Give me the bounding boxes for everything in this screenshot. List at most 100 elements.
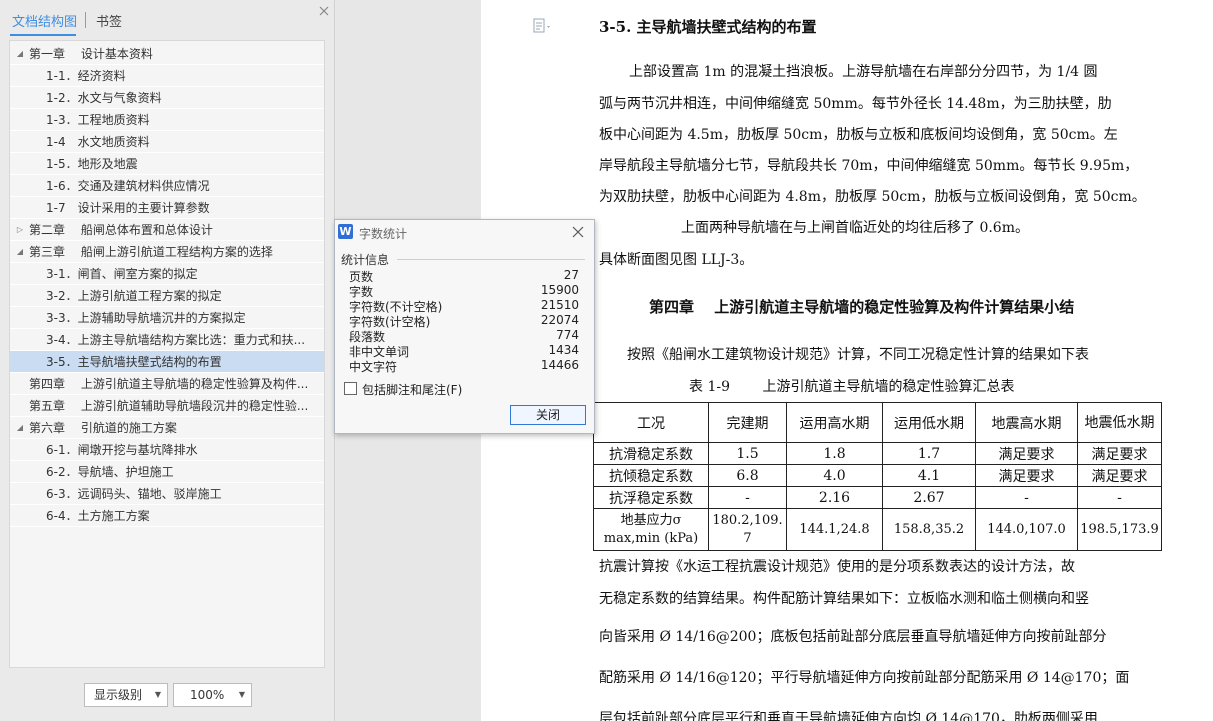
outline-item[interactable]: 3-3．上游辅助导航墙沉井的方案拟定: [10, 307, 324, 329]
outline-item-label: 第一章 设计基本资料: [29, 47, 153, 61]
table-cell: 198.5,173.9: [1077, 508, 1162, 551]
table-header-cell: 地震低水期: [1077, 402, 1162, 443]
table-cell: 地基应力σ max,min (kPa): [593, 508, 709, 551]
outline-item[interactable]: 3-5．主导航墙扶壁式结构的布置: [10, 351, 324, 373]
table-cell: 满足要求: [1077, 442, 1162, 465]
chevron-down-icon: ▼: [238, 690, 245, 699]
outline-item-label: 3-1．闸首、闸室方案的拟定: [46, 267, 198, 281]
outline-item[interactable]: 1-3．工程地质资料: [10, 109, 324, 131]
table-cell: 1.5: [708, 442, 787, 465]
include-footnotes-checkbox[interactable]: [344, 382, 357, 395]
zoom-dropdown[interactable]: 100% ▼: [173, 683, 252, 707]
include-footnotes-label[interactable]: 包括脚注和尾注(F): [362, 381, 462, 398]
outline-item[interactable]: 6-4．土方施工方案: [10, 505, 324, 527]
outline-item[interactable]: 3-1．闸首、闸室方案的拟定: [10, 263, 324, 285]
section-heading: 3-5. 主导航墙扶壁式结构的布置: [599, 18, 817, 36]
outline-item[interactable]: 6-3．远调码头、锚地、驳岸施工: [10, 483, 324, 505]
table-row: 地基应力σ max,min (kPa) 180.2,109.7 144.1,24…: [593, 508, 1162, 551]
outline-item-label: 1-5．地形及地震: [46, 157, 138, 171]
outline-item[interactable]: ◢ 第三章 船闸上游引航道工程结构方案的选择: [10, 241, 324, 263]
outline-item[interactable]: 1-2．水文与气象资料: [10, 87, 324, 109]
chapter-heading: 第四章 上游引航道主导航墙的稳定性验算及构件计算结果小结: [649, 298, 1075, 316]
table-cell: 抗倾稳定系数: [593, 464, 709, 487]
outline-item-label: 1-4 水文地质资料: [46, 135, 150, 149]
outline-item[interactable]: ◢ 第一章 设计基本资料: [10, 43, 324, 65]
outline-item-label: 第三章 船闸上游引航道工程结构方案的选择: [29, 245, 273, 259]
stability-table: 工况 完建期 运用高水期 运用低水期 地震高水期 地震低水期 抗滑稳定系数 1.…: [593, 402, 1162, 551]
outline-item-label: 第四章 上游引航道主导航墙的稳定性验算及构件...: [29, 377, 309, 391]
stat-value: 15900: [540, 283, 579, 297]
collapse-arrow-icon[interactable]: ◢: [14, 241, 26, 262]
outline-item-label: 3-5．主导航墙扶壁式结构的布置: [46, 355, 222, 369]
stats-section-label: 统计信息: [341, 253, 390, 267]
paragraph-line: 具体断面图见图 LLJ-3。: [599, 252, 754, 268]
outline-item[interactable]: 6-2．导航墙、护坦施工: [10, 461, 324, 483]
table-cell: 抗滑稳定系数: [593, 442, 709, 465]
dialog-titlebar[interactable]: W 字数统计: [335, 220, 594, 244]
table-row: 抗滑稳定系数 1.5 1.8 1.7 满足要求 满足要求: [593, 442, 1162, 465]
outline-item[interactable]: ▷ 第二章 船闸总体布置和总体设计: [10, 219, 324, 241]
tab-document-outline[interactable]: 文档结构图: [12, 11, 77, 30]
paragraph-line: 按照《船闸水工建筑物设计规范》计算，不同工况稳定性计算的结果如下表: [627, 347, 1089, 363]
table-header-cell: 运用高水期: [786, 402, 883, 443]
tab-bookmarks[interactable]: 书签: [96, 11, 122, 30]
table-header-row: 工况 完建期 运用高水期 运用低水期 地震高水期 地震低水期: [593, 402, 1162, 443]
tab-divider: [85, 12, 86, 28]
paragraph-line: 抗震计算按《水运工程抗震设计规范》使用的是分项系数表达的设计方法，故: [599, 559, 1075, 575]
outline-item[interactable]: 1-6．交通及建筑材料供应情况: [10, 175, 324, 197]
close-icon[interactable]: [571, 225, 585, 239]
table-header-cell: 地震高水期: [975, 402, 1078, 443]
collapse-arrow-icon[interactable]: ◢: [14, 417, 26, 438]
paragraph-line: 层包括前趾部分底层平行和垂直于导航墙延伸方向均 Ø 14@170，肋板两侧采用: [599, 711, 1098, 721]
active-tab-indicator: [10, 34, 76, 36]
paragraph-line: 岸导航段主导航墙分七节，导航段共长 70m，中间伸缩缝宽 50mm。每节长 9.…: [599, 158, 1139, 174]
outline-item[interactable]: 1-7 设计采用的主要计算参数: [10, 197, 324, 219]
outline-item[interactable]: 第四章 上游引航道主导航墙的稳定性验算及构件...: [10, 373, 324, 395]
outline-item-label: 3-2．上游引航道工程方案的拟定: [46, 289, 222, 303]
stat-row: 字符数(计空格) 22074: [349, 313, 579, 329]
table-cell: -: [975, 486, 1078, 509]
table-cell: 抗浮稳定系数: [593, 486, 709, 509]
stat-value: 1434: [548, 343, 579, 357]
table-cell: -: [708, 486, 787, 509]
outline-item-label: 1-2．水文与气象资料: [46, 91, 162, 105]
expand-arrow-icon[interactable]: ▷: [14, 219, 26, 240]
outline-item[interactable]: 6-1．闸墩开挖与基坑降排水: [10, 439, 324, 461]
table-cell: -: [1077, 486, 1162, 509]
table-cell: 158.8,35.2: [882, 508, 976, 551]
table-cell: 1.7: [882, 442, 976, 465]
table-header-cell: 工况: [593, 402, 709, 443]
stat-row: 段落数 774: [349, 328, 579, 344]
table-cell: 144.1,24.8: [786, 508, 883, 551]
navigation-pane: 文档结构图 书签 ◢ 第一章 设计基本资料 1-1．经济资料 1-2．水文与气象资料 1…: [0, 0, 335, 721]
table-header-cell: 完建期: [708, 402, 787, 443]
close-button[interactable]: 关闭: [510, 405, 586, 425]
close-icon[interactable]: [317, 4, 331, 18]
outline-item-label: 6-2．导航墙、护坦施工: [46, 465, 174, 479]
outline-item-label: 第六章 引航道的施工方案: [29, 421, 177, 435]
chevron-down-icon: ▼: [154, 690, 161, 699]
outline-item[interactable]: 第五章 上游引航道辅助导航墙段沉井的稳定性验...: [10, 395, 324, 417]
table-header-cell: 运用低水期: [882, 402, 976, 443]
table-cell: 满足要求: [1077, 464, 1162, 487]
table-cell: 2.67: [882, 486, 976, 509]
stat-row: 字数 15900: [349, 283, 579, 299]
stat-value: 27: [563, 268, 579, 282]
outline-item[interactable]: ◢ 第六章 引航道的施工方案: [10, 417, 324, 439]
table-cell: 180.2,109.7: [708, 508, 787, 551]
outline-item[interactable]: 3-4．上游主导航墙结构方案比选：重力式和扶...: [10, 329, 324, 351]
nav-tab-bar: 文档结构图 书签: [0, 0, 335, 38]
stat-value: 774: [556, 328, 579, 342]
paragraph-format-icon[interactable]: [533, 18, 553, 34]
document-outline-tree: ◢ 第一章 设计基本资料 1-1．经济资料 1-2．水文与气象资料 1-3．工程地质资料…: [9, 40, 325, 668]
display-level-label: 显示级别: [94, 688, 143, 702]
outline-item[interactable]: 3-2．上游引航道工程方案的拟定: [10, 285, 324, 307]
outline-item[interactable]: 1-4 水文地质资料: [10, 131, 324, 153]
outline-item[interactable]: 1-1．经济资料: [10, 65, 324, 87]
display-level-dropdown[interactable]: 显示级别 ▼: [84, 683, 168, 707]
outline-item-label: 1-3．工程地质资料: [46, 113, 150, 127]
paragraph-line: 向皆采用 Ø 14/16@200；底板包括前趾部分底层垂直导航墙延伸方向按前趾部…: [599, 629, 1107, 645]
stat-row: 字符数(不计空格) 21510: [349, 298, 579, 314]
collapse-arrow-icon[interactable]: ◢: [14, 43, 26, 64]
outline-item[interactable]: 1-5．地形及地震: [10, 153, 324, 175]
